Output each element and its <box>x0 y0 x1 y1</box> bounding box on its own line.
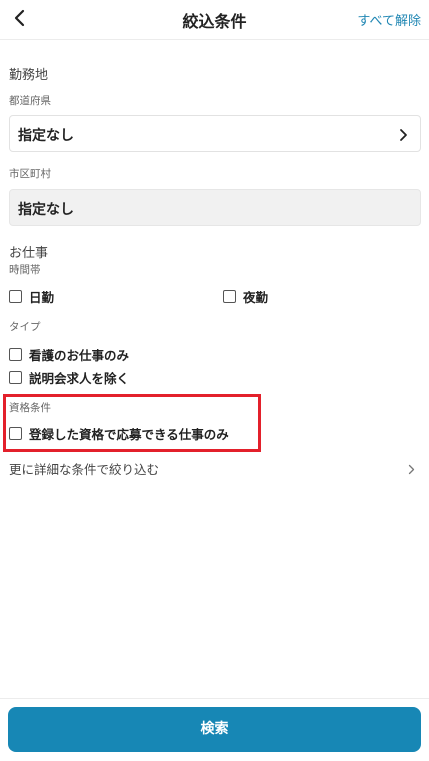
checkbox-night-shift[interactable]: 夜勤 <box>223 287 268 306</box>
city-select: 指定なし <box>9 189 421 226</box>
checkbox-icon <box>9 427 22 440</box>
type-label: タイプ <box>9 321 41 333</box>
more-filters-label: 更に詳細な条件で絞り込む <box>9 462 160 477</box>
chevron-right-icon <box>408 460 415 479</box>
checkbox-exclude-briefing[interactable]: 説明会求人を除く <box>9 368 129 387</box>
exclude-briefing-label: 説明会求人を除く <box>29 371 130 386</box>
prefecture-value: 指定なし <box>18 128 74 144</box>
checkbox-icon <box>9 371 22 384</box>
checkbox-day-shift[interactable]: 日勤 <box>9 287 54 306</box>
checkbox-nursing-only[interactable]: 看護のお仕事のみ <box>9 345 129 364</box>
qualification-label: 資格条件 <box>9 402 51 414</box>
chevron-left-icon <box>10 6 32 30</box>
checkbox-icon <box>223 290 236 303</box>
prefecture-label: 都道府県 <box>9 95 51 107</box>
city-label: 市区町村 <box>9 168 51 180</box>
search-button[interactable]: 検索 <box>8 707 421 752</box>
header-bar: 絞込条件 すべて解除 <box>0 0 429 40</box>
back-button[interactable] <box>10 6 32 30</box>
footer-bar: 検索 <box>0 698 429 761</box>
nursing-only-label: 看護のお仕事のみ <box>29 348 130 363</box>
job-section-title: お仕事 <box>9 246 49 261</box>
chevron-right-icon <box>399 127 408 146</box>
location-section-title: 勤務地 <box>9 68 49 83</box>
time-slot-label: 時間帯 <box>9 264 41 276</box>
checkbox-icon <box>9 348 22 361</box>
prefecture-select[interactable]: 指定なし <box>9 115 421 152</box>
checkbox-icon <box>9 290 22 303</box>
clear-all-button[interactable]: すべて解除 <box>357 10 421 29</box>
registered-qualification-label: 登録した資格で応募できる仕事のみ <box>29 427 229 442</box>
night-shift-label: 夜勤 <box>243 290 269 305</box>
checkbox-registered-qualification[interactable]: 登録した資格で応募できる仕事のみ <box>9 424 229 443</box>
day-shift-label: 日勤 <box>29 290 55 305</box>
city-value: 指定なし <box>18 202 74 218</box>
more-filters-link[interactable]: 更に詳細な条件で絞り込む <box>9 458 421 479</box>
